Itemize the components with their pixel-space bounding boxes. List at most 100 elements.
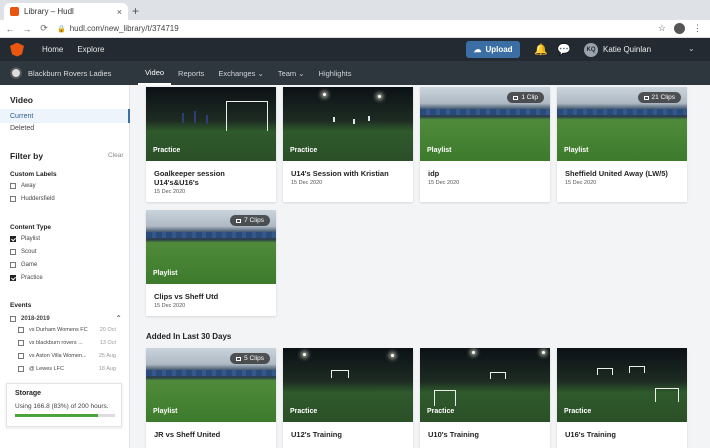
url-text: hudl.com/new_library/t/374719 [69,24,179,33]
tab-team[interactable]: Team ⌄ [271,61,312,85]
floodlight-graphic [378,95,381,98]
floodlight-graphic [472,351,475,354]
checkbox[interactable] [10,275,16,281]
video-title[interactable]: Clips vs Sheff Utd [146,284,276,301]
floodlight-graphic [391,354,394,357]
video-title[interactable]: U12's Training [283,422,413,439]
user-name[interactable]: Katie Quinlan [603,45,651,54]
video-thumbnail[interactable]: 5 Clips Playlist [146,348,276,422]
back-icon[interactable]: ← [3,24,17,34]
label-checkbox-away[interactable]: Away [10,183,36,189]
sidebar-video-heading: Video [10,95,33,105]
bookmark-star-icon[interactable]: ☆ [658,23,666,34]
event-item[interactable]: vs Aston Villa Women... 25 Aug [18,353,116,359]
chevron-down-icon[interactable]: ⌄ [688,44,695,53]
browser-tab[interactable]: Library – Hudl × [4,3,128,20]
profile-icon[interactable] [674,23,685,34]
video-card[interactable]: Practice U16's Training [557,348,687,448]
video-title[interactable]: JR vs Sheff United [146,422,276,439]
checkbox[interactable] [10,262,16,268]
floodlight-graphic [303,353,306,356]
new-tab-button[interactable]: + [132,4,139,18]
clip-count: 1 Clip [521,94,538,101]
sidebar-item-current[interactable]: Current [0,109,130,123]
video-card[interactable]: Practice U14's Session with Kristian 15 … [283,87,413,202]
video-thumbnail[interactable]: Practice [557,348,687,422]
video-title[interactable]: U14's Session with Kristian [283,161,413,178]
chevron-down-icon: ⌄ [257,68,264,78]
storage-bar-fill [15,414,98,417]
tab-video[interactable]: Video [138,61,172,85]
video-thumbnail[interactable]: Practice [146,87,276,161]
clear-filters-link[interactable]: Clear [108,152,124,159]
content-type-scout[interactable]: Scout [10,249,36,255]
url-field[interactable]: 🔒 hudl.com/new_library/t/374719 [57,24,179,33]
events-heading: Events [10,302,32,309]
season-checkbox[interactable]: 2018-2019 ⌃ [10,314,122,323]
tab-highlights[interactable]: Highlights [312,61,359,85]
content-type-playlist[interactable]: Playlist [10,236,40,242]
video-thumbnail[interactable]: 1 Clip Playlist [420,87,550,161]
sidebar-item-deleted[interactable]: Deleted [10,125,34,132]
clip-count-badge: 7 Clips [230,215,270,226]
video-title[interactable]: U10's Training [420,422,550,439]
menu-dots-icon[interactable]: ⋮ [693,23,702,34]
clip-count-badge: 21 Clips [637,92,681,103]
chevron-up-icon[interactable]: ⌃ [115,314,122,323]
checkbox[interactable] [10,183,16,189]
video-thumbnail[interactable]: 21 Clips Playlist [557,87,687,161]
clip-count: 21 Clips [651,94,675,101]
checkbox[interactable] [10,315,16,322]
forward-icon[interactable]: → [20,24,34,34]
content-type-practice[interactable]: Practice [10,275,43,281]
event-label: vs Durham Womens FC [29,327,88,333]
video-thumbnail[interactable]: 7 Clips Playlist [146,210,276,284]
video-thumbnail[interactable]: Practice [283,348,413,422]
checkbox[interactable] [10,249,16,255]
video-card[interactable]: Practice U12's Training [283,348,413,448]
event-item[interactable]: @ Lewes LFC 18 Aug [18,366,116,372]
upload-label: Upload [485,45,513,54]
checkbox[interactable] [18,366,24,372]
video-thumbnail[interactable]: Practice [420,348,550,422]
video-title[interactable]: idp [420,161,550,178]
event-item[interactable]: vs blackburn rovers ... 13 Oct [18,340,116,346]
video-thumbnail[interactable]: Practice [283,87,413,161]
video-card[interactable]: 7 Clips Playlist Clips vs Sheff Utd 15 D… [146,210,276,316]
reload-icon[interactable]: ⟳ [37,23,51,34]
content-type-label: Playlist [564,147,589,154]
team-switcher[interactable]: Blackburn Rovers Ladies [0,61,138,85]
video-title[interactable]: U16's Training [557,422,687,439]
label-checkbox-huddersfield[interactable]: Huddersfield [10,196,55,202]
event-date: 20 Oct [99,327,116,333]
tab-reports[interactable]: Reports [171,61,211,85]
checkbox[interactable] [18,327,24,333]
video-card[interactable]: 5 Clips Playlist JR vs Sheff United [146,348,276,448]
nav-explore[interactable]: Explore [77,45,104,54]
checkbox[interactable] [10,236,16,242]
content-type-game[interactable]: Game [10,262,37,268]
upload-button[interactable]: ☁ Upload [466,41,520,58]
tab-title: Library – Hudl [24,7,74,16]
bell-icon[interactable]: 🔔 [534,43,548,56]
chat-icon[interactable]: 💬 [557,43,571,56]
close-tab-icon[interactable]: × [117,7,122,17]
video-card[interactable]: 21 Clips Playlist Sheffield United Away … [557,87,687,202]
nav-home[interactable]: Home [42,45,63,54]
video-card[interactable]: Practice Goalkeeper session U14's&U16's … [146,87,276,202]
address-bar: ← → ⟳ 🔒 hudl.com/new_library/t/374719 ☆ … [0,20,710,38]
video-title[interactable]: Sheffield United Away (LW/5) [557,161,687,178]
event-item[interactable]: vs Durham Womens FC 20 Oct [18,327,116,333]
tab-exchanges[interactable]: Exchanges ⌄ [211,61,271,85]
video-card[interactable]: 1 Clip Playlist idp 15 Dec 2020 [420,87,550,202]
checkbox-label: Playlist [21,236,41,242]
checkbox[interactable] [18,353,24,359]
hudl-logo-icon[interactable] [10,42,24,57]
video-title[interactable]: Goalkeeper session U14's&U16's [146,161,276,187]
checkbox[interactable] [10,196,16,202]
avatar[interactable]: KQ [584,43,598,57]
video-card[interactable]: Practice U10's Training [420,348,550,448]
checkbox[interactable] [18,340,24,346]
clip-count: 5 Clips [244,355,264,362]
player-graphic [353,119,355,124]
